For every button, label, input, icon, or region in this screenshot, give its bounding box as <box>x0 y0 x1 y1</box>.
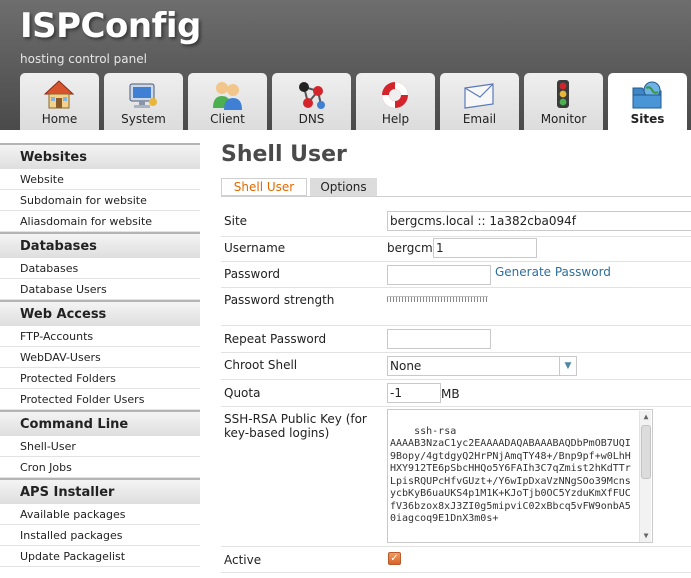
users-icon <box>213 82 242 110</box>
tab-label: DNS <box>298 112 325 126</box>
active-label: Active <box>224 553 262 567</box>
password-strength-label: Password strength <box>224 293 335 307</box>
scroll-up-icon[interactable]: ▲ <box>640 411 652 423</box>
row-divider <box>221 236 691 237</box>
tab-sites[interactable]: Sites <box>608 73 687 130</box>
tab-label: System <box>121 112 166 126</box>
tab-label: Home <box>41 112 78 126</box>
sidebar-item-update-packagelist[interactable]: Update Packagelist <box>0 546 200 567</box>
password-strength-meter <box>387 296 488 302</box>
sidebar-item-webdav-users[interactable]: WebDAV-Users <box>0 347 200 368</box>
app-header: ISPConfig hosting control panel Home Sys… <box>0 0 691 130</box>
app-logo-subtitle: hosting control panel <box>20 52 147 66</box>
sidebar-item-subdomain[interactable]: Subdomain for website <box>0 190 200 211</box>
tab-help[interactable]: Help <box>356 73 435 130</box>
tab-system[interactable]: System <box>104 73 183 130</box>
repeat-password-input[interactable] <box>387 329 491 349</box>
tab-options[interactable]: Options <box>310 178 377 196</box>
sidebar-item-databases[interactable]: Databases <box>0 258 200 279</box>
app-logo-title: ISPConfig <box>20 6 201 46</box>
tab-label: Help <box>381 112 410 126</box>
sidebar-item-database-users[interactable]: Database Users <box>0 279 200 300</box>
username-prefix: bergcms <box>387 241 439 255</box>
row-divider <box>221 325 691 326</box>
tab-shell-user[interactable]: Shell User <box>221 178 307 196</box>
sidebar-section-websites: Websites <box>0 143 200 169</box>
sidebar-section-command-line: Command Line <box>0 410 200 436</box>
computer-icon <box>129 83 157 108</box>
password-input[interactable] <box>387 265 491 285</box>
tab-dns[interactable]: DNS <box>272 73 351 130</box>
generate-password-link[interactable]: Generate Password <box>495 265 611 279</box>
row-divider <box>221 572 691 573</box>
tab-label: Email <box>462 112 497 126</box>
sidebar-item-installed-packages[interactable]: Installed packages <box>0 525 200 546</box>
home-icon <box>43 80 75 109</box>
globe-folder-icon <box>632 81 662 109</box>
form-tab-divider <box>221 196 691 197</box>
sidebar-item-shell-user[interactable]: Shell-User <box>0 436 200 457</box>
sidebar-section-databases: Databases <box>0 232 200 258</box>
tab-label: Monitor <box>540 112 587 126</box>
sidebar-item-protected-folders[interactable]: Protected Folders <box>0 368 200 389</box>
sidebar: Websites Website Subdomain for website A… <box>0 143 200 578</box>
scroll-down-icon[interactable]: ▼ <box>640 530 652 542</box>
row-divider <box>221 287 691 288</box>
tab-label: Sites <box>630 112 665 126</box>
ssh-key-text: ssh-rsa AAAAB3NzaC1yc2EAAAADAQABAAABAQDb… <box>390 425 631 525</box>
quota-input[interactable]: -1 <box>387 383 441 403</box>
row-divider <box>221 261 691 262</box>
row-divider <box>221 379 691 380</box>
sidebar-section-web-access: Web Access <box>0 300 200 326</box>
quota-unit: MB <box>441 387 460 401</box>
row-divider <box>221 546 691 547</box>
username-input[interactable]: 1 <box>433 238 537 258</box>
chroot-shell-label: Chroot Shell <box>224 358 298 372</box>
tab-home[interactable]: Home <box>20 73 99 130</box>
chevron-down-icon[interactable]: ▼ <box>559 357 576 375</box>
site-select[interactable]: bergcms.local :: 1a382cba094f <box>387 211 691 231</box>
active-checkbox[interactable]: ✓ <box>388 552 401 565</box>
traffic-light-icon <box>557 80 569 108</box>
chroot-shell-select[interactable]: None <box>387 356 577 376</box>
quota-label: Quota <box>224 386 261 400</box>
sidebar-item-aliasdomain[interactable]: Aliasdomain for website <box>0 211 200 232</box>
scrollbar-thumb[interactable] <box>641 425 651 479</box>
tab-label: Client <box>210 112 245 126</box>
main-content: Shell User Shell User Options Site bergc… <box>200 130 691 578</box>
repeat-password-label: Repeat Password <box>224 332 327 346</box>
tab-monitor[interactable]: Monitor <box>524 73 603 130</box>
sidebar-item-ftp-accounts[interactable]: FTP-Accounts <box>0 326 200 347</box>
envelope-icon <box>464 83 494 109</box>
sidebar-section-aps-installer: APS Installer <box>0 478 200 504</box>
sidebar-item-available-packages[interactable]: Available packages <box>0 504 200 525</box>
sidebar-item-website[interactable]: Website <box>0 169 200 190</box>
ssh-key-label: SSH-RSA Public Key (for key-based logins… <box>224 412 367 440</box>
row-divider <box>221 352 691 353</box>
site-label: Site <box>224 214 248 228</box>
tab-email[interactable]: Email <box>440 73 519 130</box>
network-icon <box>299 82 325 109</box>
row-divider <box>221 406 691 407</box>
lifebuoy-icon <box>382 82 408 108</box>
tab-client[interactable]: Client <box>188 73 267 130</box>
ssh-key-textarea[interactable]: ssh-rsa AAAAB3NzaC1yc2EAAAADAQABAAABAQDb… <box>387 409 653 543</box>
username-label: Username <box>224 241 286 255</box>
sidebar-item-cron-jobs[interactable]: Cron Jobs <box>0 457 200 478</box>
password-label: Password <box>224 267 281 281</box>
ssh-key-scrollbar[interactable]: ▲ ▼ <box>639 411 651 542</box>
sidebar-item-protected-folder-users[interactable]: Protected Folder Users <box>0 389 200 410</box>
page-title: Shell User <box>221 142 347 167</box>
